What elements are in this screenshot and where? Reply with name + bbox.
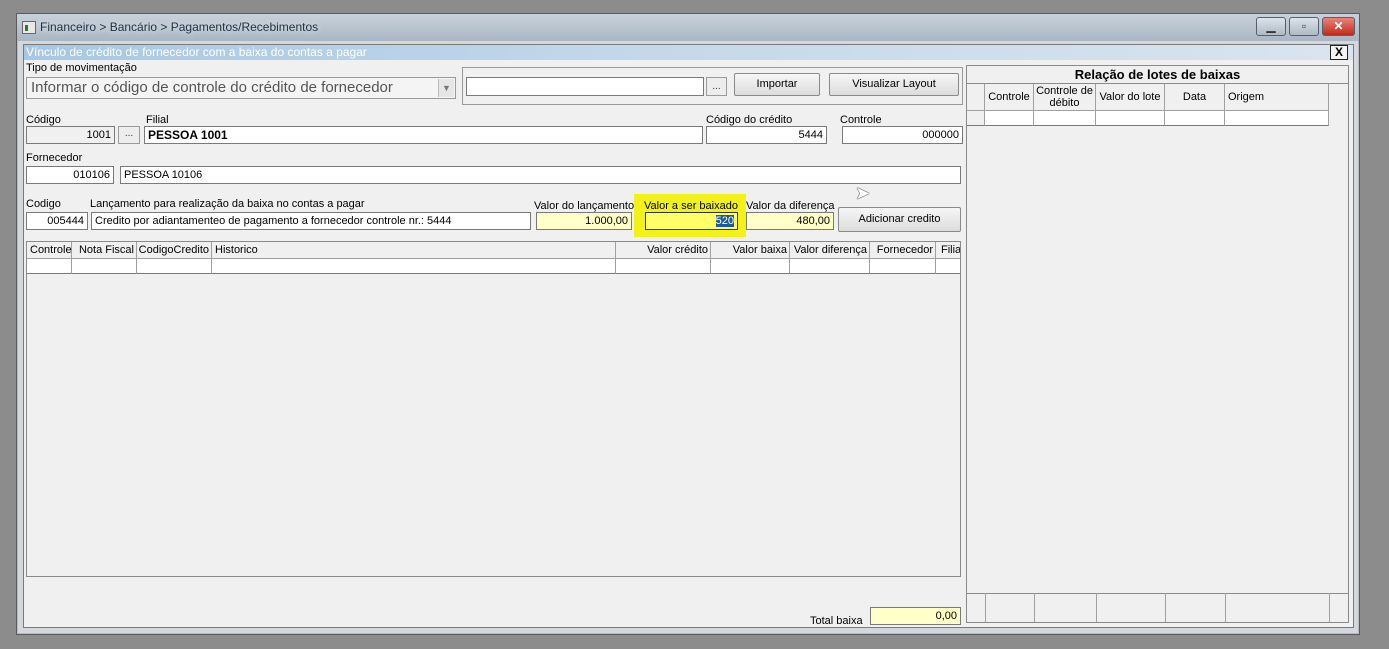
tipo-label: Tipo de movimentação (26, 62, 137, 74)
maximize-button[interactable]: ▫ (1289, 17, 1319, 36)
chevron-down-icon[interactable]: ▼ (438, 79, 454, 97)
lotes-footer-divider (1096, 593, 1097, 622)
credits-header-controle[interactable]: Controle (27, 242, 72, 259)
table-row-cell[interactable] (137, 259, 212, 274)
close-icon: ✕ (1333, 19, 1344, 33)
import-button[interactable]: Importar (734, 73, 820, 96)
lotes-header-indicator (967, 84, 985, 111)
table-row-cell[interactable] (985, 111, 1034, 126)
valor-lancamento-label: Valor do lançamento (534, 200, 635, 212)
tipo-select[interactable]: Informar o código de controle do crédito… (26, 77, 456, 99)
table-row-cell[interactable] (1225, 111, 1329, 126)
window-title: Financeiro > Bancário > Pagamentos/Receb… (40, 20, 319, 34)
lotes-footer-divider (1329, 593, 1330, 622)
lotes-header-origem[interactable]: Origem (1225, 84, 1329, 111)
credits-header-fornecedor[interactable]: Fornecedor (870, 242, 936, 259)
table-row-cell[interactable] (1165, 111, 1225, 126)
table-row-cell[interactable] (870, 259, 936, 274)
lancamento-label: Lançamento para realização da baixa no c… (90, 198, 365, 210)
lotes-header-controle[interactable]: Controle (985, 84, 1034, 111)
dialog-close-button[interactable]: X (1330, 45, 1348, 60)
lotes-footer-divider (1225, 593, 1226, 622)
credits-header-historico[interactable]: Historico (212, 242, 616, 259)
codigo-label: Código (26, 114, 61, 126)
total-baixa-label: Total baixa (810, 615, 863, 627)
credits-header-valor-baixa[interactable]: Valor baixa (711, 242, 790, 259)
valor-diferenca-field[interactable]: 480,00 (746, 212, 834, 230)
valor-diferenca-label: Valor da diferença (746, 200, 835, 212)
lotes-footer-divider (1165, 593, 1166, 622)
mouse-cursor-icon: ➤ (855, 183, 871, 203)
dialog-title: Vínculo de crédito de fornecedor com a b… (26, 45, 367, 59)
import-path-input[interactable] (466, 77, 704, 96)
add-credit-button[interactable]: Adicionar credito (838, 207, 961, 232)
table-row-cell[interactable] (212, 259, 616, 274)
table-row-cell[interactable] (936, 259, 960, 274)
filial-label: Filial (146, 114, 169, 126)
app-icon (22, 21, 36, 34)
controle-field[interactable]: 000000 (842, 126, 963, 144)
valor-baixado-label: Valor a ser baixado (644, 200, 738, 212)
credits-header-filial[interactable]: Filia (936, 242, 960, 259)
maximize-icon: ▫ (1301, 19, 1307, 33)
credits-header-valor-diferenca[interactable]: Valor diferença (790, 242, 870, 259)
lancamento-codigo-field[interactable]: 005444 (26, 212, 88, 230)
table-row-cell[interactable] (616, 259, 711, 274)
table-row-cell[interactable] (790, 259, 870, 274)
filial-field[interactable]: PESSOA 1001 (144, 126, 703, 144)
lotes-footer-divider (985, 593, 986, 622)
valor-baixado-input[interactable]: 520 (645, 212, 738, 230)
codigo-lookup-button[interactable]: ... (118, 126, 140, 144)
table-row-cell[interactable] (1096, 111, 1165, 126)
lotes-footer-divider (1034, 593, 1035, 622)
codigo-field[interactable]: 1001 (26, 126, 115, 144)
lotes-header-valor-lote[interactable]: Valor do lote (1096, 84, 1165, 111)
browse-button[interactable]: ... (706, 77, 727, 96)
credits-header-valor-credito[interactable]: Valor crédito (616, 242, 711, 259)
codigo-credito-field[interactable]: 5444 (706, 126, 827, 144)
view-layout-button[interactable]: Visualizar Layout (829, 73, 959, 96)
lancamento-codigo-label: Codigo (26, 198, 61, 210)
fornecedor-name-field[interactable]: PESSOA 10106 (120, 166, 961, 184)
lotes-footer-divider (967, 593, 1348, 594)
table-row-cell[interactable] (1034, 111, 1096, 126)
controle-label: Controle (840, 114, 882, 126)
fornecedor-label: Fornecedor (26, 152, 83, 164)
lotes-panel[interactable] (966, 65, 1349, 623)
valor-baixado-selection: 520 (715, 215, 734, 227)
credits-table[interactable] (26, 241, 961, 577)
lotes-header-data[interactable]: Data (1165, 84, 1225, 111)
table-row-cell[interactable] (72, 259, 137, 274)
fornecedor-code-field[interactable]: 010106 (26, 166, 114, 184)
lancamento-field[interactable]: Credito por adiantamenteo de pagamento a… (91, 212, 531, 230)
minimize-button[interactable]: ▁ (1256, 17, 1286, 36)
minimize-icon: ▁ (1266, 19, 1276, 33)
credits-header-nota-fiscal[interactable]: Nota Fiscal (72, 242, 137, 259)
lotes-title: Relação de lotes de baixas (967, 66, 1348, 84)
window-close-button[interactable]: ✕ (1322, 17, 1355, 36)
codigo-credito-label: Código do crédito (706, 114, 793, 126)
table-row-cell[interactable] (967, 111, 985, 126)
table-row-cell[interactable] (27, 259, 72, 274)
valor-lancamento-field[interactable]: 1.000,00 (536, 212, 632, 230)
credits-header-codigo-credito[interactable]: CodigoCredito (137, 242, 212, 259)
total-baixa-field: 0,00 (870, 607, 961, 625)
table-row-cell[interactable] (711, 259, 790, 274)
lotes-header-controle-debito[interactable]: Controle de débito (1034, 84, 1096, 111)
